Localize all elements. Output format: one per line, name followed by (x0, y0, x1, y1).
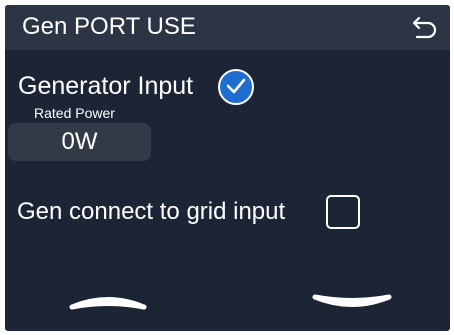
rated-power-value: 0W (61, 128, 98, 155)
generator-input-checkbox[interactable] (218, 69, 254, 105)
chevron-up-icon (69, 297, 147, 310)
rated-power-input[interactable]: 0W (8, 123, 151, 161)
checkmark-icon (226, 78, 246, 94)
gen-connect-grid-checkbox[interactable] (326, 195, 360, 229)
chevron-down-icon (312, 294, 392, 307)
back-arrow-icon (412, 16, 437, 39)
header-bar: Gen PORT USE (5, 5, 450, 50)
scroll-down-button[interactable] (311, 290, 393, 314)
scroll-up-button[interactable] (68, 290, 148, 314)
page-title: Gen PORT USE (22, 13, 196, 40)
gen-port-use-screen: Gen PORT USE Generator Input Rated Power… (5, 5, 450, 331)
rated-power-label: Rated Power (34, 105, 115, 121)
back-button[interactable] (409, 15, 439, 41)
generator-input-label: Generator Input (18, 72, 194, 100)
gen-connect-grid-label: Gen connect to grid input (17, 198, 286, 225)
